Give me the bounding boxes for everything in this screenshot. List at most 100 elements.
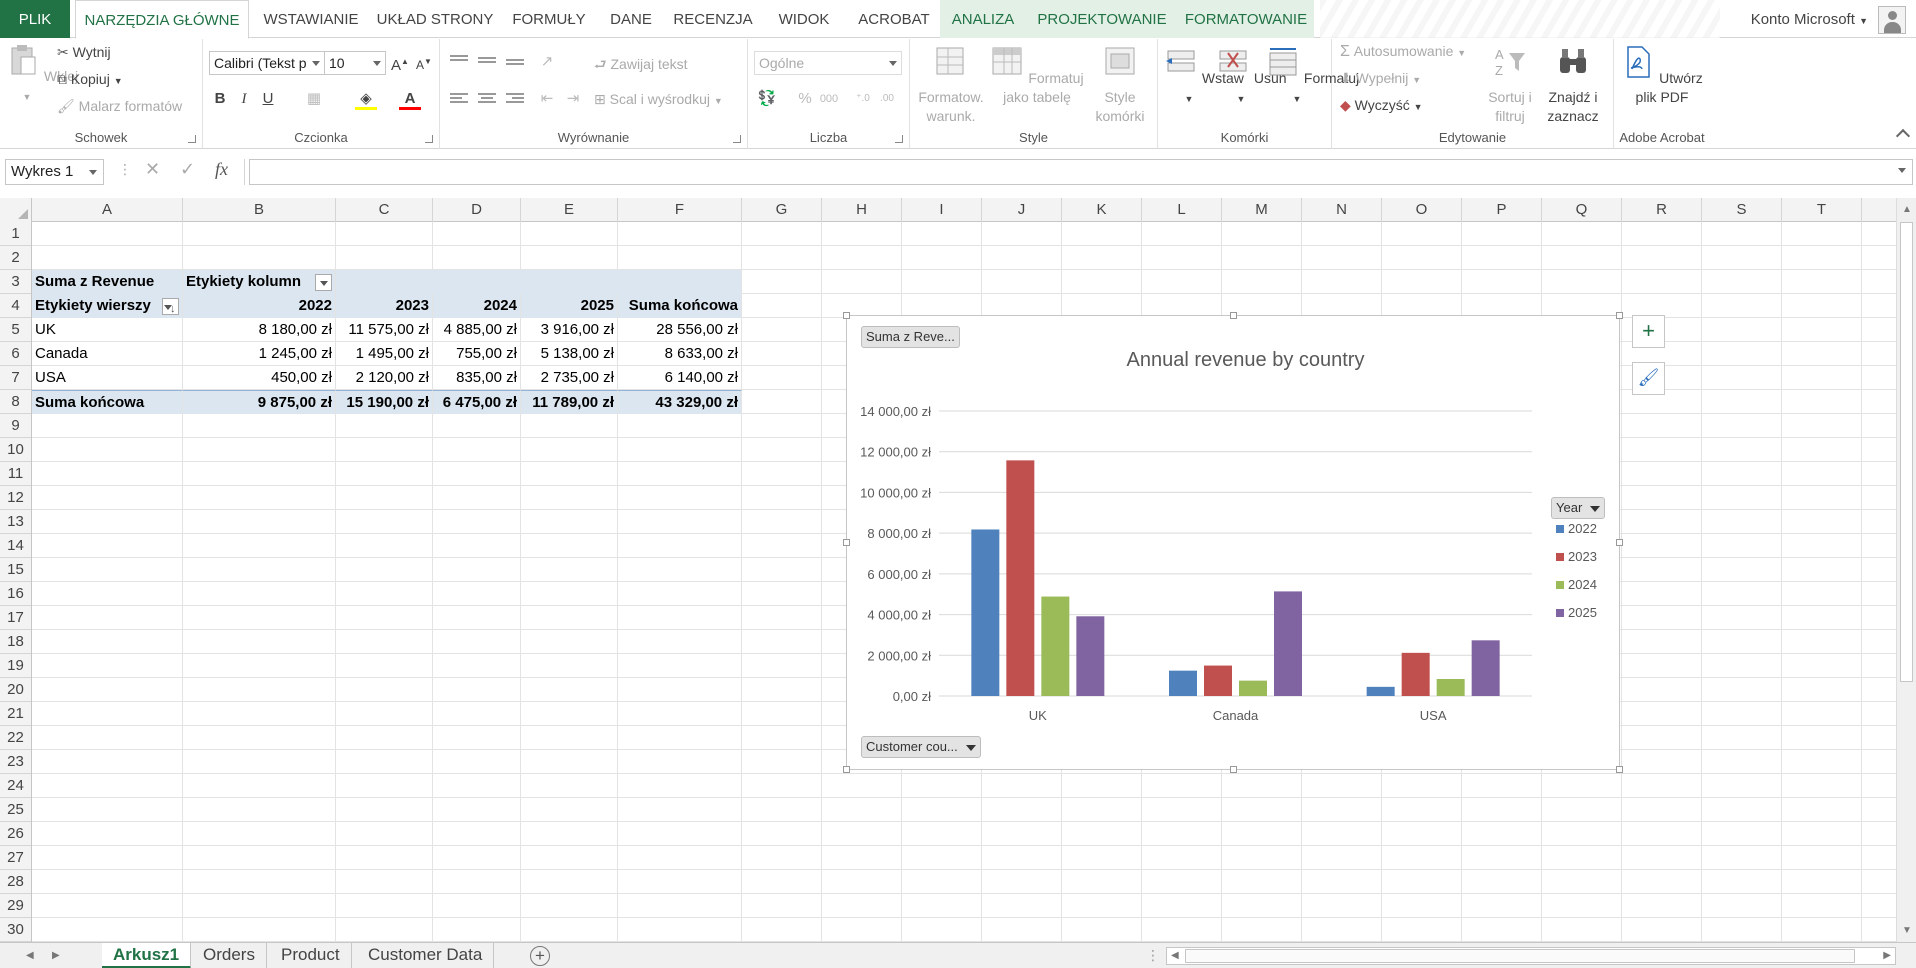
align-left-icon[interactable] — [450, 93, 468, 107]
tab-acrobat[interactable]: ACROBAT — [848, 0, 940, 38]
tab-insert[interactable]: WSTAWIANIE — [252, 0, 370, 38]
pivot-value-cell[interactable]: 835,00 zł — [433, 366, 521, 390]
column-header[interactable]: F — [618, 198, 742, 222]
avatar-icon[interactable] — [1878, 6, 1906, 34]
row-header[interactable]: 22 — [0, 726, 31, 750]
column-header[interactable]: L — [1142, 198, 1222, 222]
column-filter-icon[interactable] — [315, 274, 332, 291]
vertical-scroll-thumb[interactable] — [1900, 222, 1913, 682]
increase-indent-icon[interactable]: ⇥ — [562, 88, 584, 110]
paste-button[interactable]: Wklej ▼ — [6, 43, 78, 107]
cut-button[interactable]: ✂ Wytnij — [57, 44, 111, 61]
font-name-combo[interactable]: Calibri (Tekst p — [209, 51, 325, 75]
scroll-up-icon[interactable]: ▲ — [1902, 204, 1912, 215]
row-header[interactable]: 5 — [0, 318, 31, 342]
column-header[interactable]: D — [433, 198, 521, 222]
row-header[interactable]: 26 — [0, 822, 31, 846]
column-header[interactable]: G — [742, 198, 822, 222]
pivot-row-label[interactable]: USA — [32, 366, 183, 390]
currency-icon[interactable]: 💱 — [756, 88, 778, 110]
name-box[interactable]: Wykres 1 — [5, 159, 104, 185]
pivot-column-labels[interactable]: Etykiety kolumn — [183, 270, 336, 294]
chart-axis-field-button[interactable]: Customer cou... — [861, 736, 981, 758]
pivot-value-cell[interactable]: 3 916,00 zł — [521, 318, 618, 342]
pivot-value-cell[interactable]: 5 138,00 zł — [521, 342, 618, 366]
select-all-corner[interactable] — [0, 198, 32, 222]
row-header[interactable]: 14 — [0, 534, 31, 558]
resize-handle[interactable] — [1230, 766, 1237, 773]
merge-center-button[interactable]: ⊞ Scal i wyśrodkuj ▼ — [594, 91, 723, 108]
pivot-chart[interactable]: Annual revenue by country 0,00 zł 2 000,00… — [843, 312, 1623, 773]
horizontal-scroll-thumb[interactable] — [1185, 949, 1855, 963]
pivot-value-cell[interactable]: 8 633,00 zł — [618, 342, 742, 366]
align-center-icon[interactable] — [478, 93, 496, 107]
row-header[interactable]: 27 — [0, 846, 31, 870]
increase-decimal-icon[interactable]: ⁺.0 — [852, 88, 874, 110]
create-pdf-button[interactable]: Utwórz plik PDF — [1620, 45, 1704, 107]
pivot-total-cell[interactable]: 43 329,00 zł — [618, 390, 742, 414]
sheet-tab-product[interactable]: Product — [270, 943, 352, 968]
row-header[interactable]: 21 — [0, 702, 31, 726]
conditional-format-button[interactable]: Formatow. warunk. — [914, 45, 988, 126]
decrease-decimal-icon[interactable]: .00 — [876, 88, 898, 110]
row-header[interactable]: 1 — [0, 222, 31, 246]
vertical-scrollbar[interactable]: ▲ ▼ — [1896, 198, 1916, 942]
row-header[interactable]: 3 — [0, 270, 31, 294]
insert-cells-button[interactable]: Wstaw ▼ — [1164, 45, 1244, 109]
row-header[interactable]: 23 — [0, 750, 31, 774]
tab-view[interactable]: WIDOK — [764, 0, 844, 38]
resize-handle[interactable] — [1230, 312, 1237, 319]
number-format-combo[interactable]: Ogólne — [754, 51, 902, 75]
column-header[interactable]: R — [1622, 198, 1702, 222]
font-color-icon[interactable]: A — [399, 88, 421, 110]
row-header[interactable]: 2 — [0, 246, 31, 270]
scroll-down-icon[interactable]: ▼ — [1902, 925, 1912, 936]
format-painter-button[interactable]: 🖌 Malarz formatów — [57, 98, 182, 115]
align-right-icon[interactable] — [506, 93, 524, 107]
autosum-button[interactable]: Σ Autosumowanie ▼ — [1340, 43, 1466, 61]
resize-handle[interactable] — [843, 766, 850, 773]
row-header[interactable]: 18 — [0, 630, 31, 654]
sheet-next-icon[interactable]: ▶ — [52, 950, 60, 961]
enter-icon[interactable]: ✓ — [180, 159, 195, 180]
chart-legend-field-button[interactable]: Year — [1551, 497, 1606, 519]
column-header[interactable]: A — [32, 198, 183, 222]
insert-function-icon[interactable]: fx — [215, 159, 228, 180]
pivot-value-cell[interactable]: 2 735,00 zł — [521, 366, 618, 390]
row-header[interactable]: 29 — [0, 894, 31, 918]
resize-handle[interactable] — [1616, 539, 1623, 546]
sheet-tab-arkusz1[interactable]: Arkusz1 — [102, 943, 192, 968]
delete-cells-button[interactable]: Usuń ▼ — [1216, 45, 1287, 109]
column-header[interactable]: M — [1222, 198, 1302, 222]
sort-filter-button[interactable]: AZ Sortuj i filtruj — [1482, 45, 1538, 126]
orientation-icon[interactable]: ↗ — [536, 51, 558, 73]
pivot-row-label[interactable]: UK — [32, 318, 183, 342]
column-header[interactable]: H — [822, 198, 902, 222]
fill-color-icon[interactable]: ◈ — [355, 88, 377, 110]
column-header[interactable]: P — [1462, 198, 1542, 222]
column-header[interactable]: N — [1302, 198, 1382, 222]
chevron-down-icon[interactable] — [1898, 168, 1906, 173]
find-select-button[interactable]: Znajdź i zaznacz — [1540, 45, 1606, 126]
pivot-value-field[interactable]: Suma z Revenue — [32, 270, 183, 294]
pivot-value-cell[interactable]: 2 120,00 zł — [336, 366, 433, 390]
scroll-left-icon[interactable]: ◀ — [1171, 950, 1179, 961]
row-header[interactable]: 17 — [0, 606, 31, 630]
column-header[interactable]: O — [1382, 198, 1462, 222]
row-header[interactable]: 13 — [0, 510, 31, 534]
pivot-value-cell[interactable]: 6 140,00 zł — [618, 366, 742, 390]
row-header[interactable]: 25 — [0, 798, 31, 822]
pivot-value-cell[interactable]: 450,00 zł — [183, 366, 336, 390]
row-header[interactable]: 15 — [0, 558, 31, 582]
percent-button[interactable]: % — [794, 88, 816, 110]
align-bottom-icon[interactable] — [506, 59, 524, 73]
horizontal-scrollbar[interactable]: ◀ ▶ — [1166, 947, 1896, 965]
tab-review[interactable]: RECENZJA — [666, 0, 760, 38]
fill-button[interactable]: ⬇ Wypełnij ▼ — [1340, 70, 1421, 87]
number-launcher-icon[interactable] — [895, 135, 903, 143]
chart-value-field-button[interactable]: Suma z Reve... — [861, 326, 960, 348]
clear-button[interactable]: ◆ Wyczyść ▼ — [1340, 97, 1423, 114]
formula-input[interactable] — [249, 159, 1913, 185]
row-header[interactable]: 19 — [0, 654, 31, 678]
resize-handle[interactable] — [1616, 312, 1623, 319]
